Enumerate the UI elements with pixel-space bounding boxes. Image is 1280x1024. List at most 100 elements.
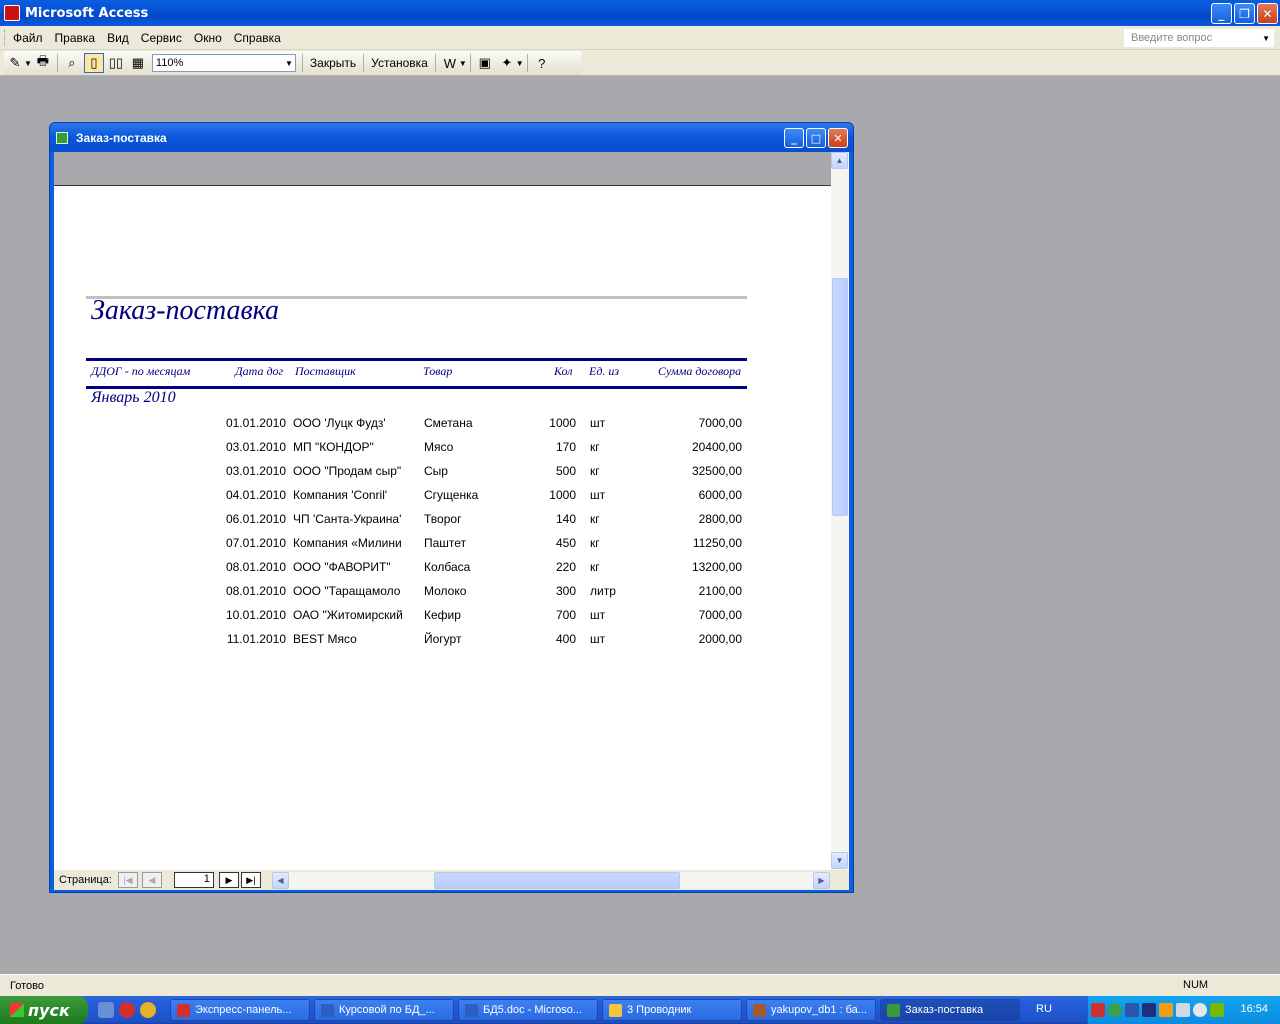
report-row: 06.01.2010 ЧП 'Санта-Украина' Творог 140 кг 2… <box>54 512 831 536</box>
scroll-left-icon[interactable]: ◀ <box>272 872 289 889</box>
row-item: Молоко <box>424 584 467 598</box>
show-desktop-icon[interactable] <box>98 1002 114 1018</box>
opera-icon[interactable] <box>119 1002 135 1018</box>
access-app-icon[interactable] <box>4 5 20 21</box>
player-icon[interactable] <box>1159 1003 1173 1017</box>
page-number-input[interactable]: 1 <box>173 872 214 888</box>
chevron-down-icon[interactable]: ▼ <box>459 59 467 68</box>
row-date: 10.01.2010 <box>225 608 286 622</box>
settings-icon[interactable] <box>1193 1003 1207 1017</box>
report-row: 08.01.2010 ООО "ФАВОРИТ" Колбаса 220 кг 13200… <box>54 560 831 584</box>
chrome-icon[interactable] <box>140 1002 156 1018</box>
chevron-down-icon[interactable]: ▼ <box>285 59 293 68</box>
menu-edit[interactable]: Правка <box>49 31 102 45</box>
child-minimize-button[interactable]: _ <box>784 128 804 148</box>
column-header-item: Товар <box>423 364 453 378</box>
num-lock-indicator: NUM <box>1183 979 1209 991</box>
row-unit: шт <box>590 416 606 430</box>
help-placeholder: Введите вопрос <box>1131 32 1213 44</box>
first-page-button[interactable]: |◀ <box>117 872 138 888</box>
row-date: 04.01.2010 <box>225 488 286 502</box>
horizontal-scroll-thumb[interactable] <box>434 872 680 889</box>
next-page-button[interactable]: ▶ <box>218 872 239 888</box>
one-page-icon[interactable]: ▯ <box>83 53 104 73</box>
taskbar-task-button[interactable]: yakupov_db1 : ба... <box>746 999 876 1021</box>
row-date: 03.01.2010 <box>225 440 286 454</box>
design-view-icon[interactable]: ✎ <box>5 53 25 73</box>
menu-view[interactable]: Вид <box>101 31 135 45</box>
horizontal-scrollbar[interactable]: ◀ ▶ <box>272 872 830 889</box>
menu-window[interactable]: Окно <box>188 31 228 45</box>
taskbar-task-button[interactable]: БД5.doc - Microso... <box>458 999 598 1021</box>
menu-help[interactable]: Справка <box>228 31 287 45</box>
language-indicator[interactable]: RU <box>1036 1003 1052 1015</box>
network-icon[interactable] <box>1125 1003 1139 1017</box>
start-button[interactable]: пуск <box>0 996 88 1024</box>
task-label: Заказ-поставка <box>905 1004 984 1016</box>
help-icon[interactable]: ? <box>532 53 552 73</box>
close-button[interactable]: ✕ <box>1257 3 1278 24</box>
report-window-titlebar[interactable]: Заказ-поставка _ □ ✕ <box>50 123 853 152</box>
row-qty: 700 <box>555 608 576 622</box>
row-unit: кг <box>590 560 600 574</box>
keyboard-layout-icon[interactable] <box>1142 1003 1156 1017</box>
taskbar-task-button[interactable]: Экспресс-панель... <box>170 999 310 1021</box>
scroll-up-icon[interactable]: ▲ <box>831 152 848 169</box>
office-links-icon[interactable]: W <box>440 53 460 73</box>
report-title: Заказ-поставка <box>91 295 280 326</box>
restore-button[interactable]: ❐ <box>1234 3 1255 24</box>
report-row: 10.01.2010 ОАО "Житомирский Кефир 700 шт 7000… <box>54 608 831 632</box>
nvidia-icon[interactable] <box>1210 1003 1224 1017</box>
row-unit: литр <box>590 584 616 598</box>
taskbar-task-button[interactable]: Курсовой по БД_... <box>314 999 454 1021</box>
scroll-right-icon[interactable]: ▶ <box>813 872 830 889</box>
report-preview-area: Заказ-поставка ДДОГ - по месяцам Дата до… <box>54 152 849 890</box>
row-date: 07.01.2010 <box>225 536 286 550</box>
volume-icon[interactable] <box>1176 1003 1190 1017</box>
zoom-select[interactable]: 110% ▼ <box>151 54 296 72</box>
zoom-icon[interactable]: ⌕ <box>62 53 82 73</box>
close-preview-button[interactable]: Закрыть <box>306 56 360 70</box>
group-header-month: Январь 2010 <box>91 389 176 406</box>
multiple-pages-icon[interactable]: ▦ <box>128 53 148 73</box>
row-unit: кг <box>590 464 600 478</box>
report-page[interactable]: Заказ-поставка ДДОГ - по месяцам Дата до… <box>54 187 831 870</box>
chevron-down-icon[interactable]: ▼ <box>1262 34 1270 43</box>
child-close-button[interactable]: ✕ <box>828 128 848 148</box>
row-sum: 6000,00 <box>698 488 742 502</box>
database-window-icon[interactable]: ▣ <box>475 53 495 73</box>
antivirus-icon[interactable] <box>1091 1003 1105 1017</box>
taskbar-task-button[interactable]: 3 Проводник <box>602 999 742 1021</box>
taskbar-task-button[interactable]: Заказ-поставка <box>880 999 1020 1021</box>
task-label: yakupov_db1 : ба... <box>771 1004 867 1016</box>
row-supplier: ООО "Таращамоло <box>293 584 401 598</box>
vertical-scroll-thumb[interactable] <box>832 278 848 516</box>
chevron-down-icon[interactable]: ▼ <box>24 59 32 68</box>
vertical-scrollbar[interactable]: ▲ ▼ <box>831 152 849 870</box>
two-pages-icon[interactable]: ▯▯ <box>106 53 126 73</box>
page-margin-band <box>54 152 831 186</box>
row-qty: 1000 <box>549 416 576 430</box>
page-setup-button[interactable]: Установка <box>367 56 432 70</box>
help-question-input[interactable]: Введите вопрос ▼ <box>1124 29 1274 47</box>
new-object-icon[interactable]: ✦ <box>497 53 517 73</box>
print-icon[interactable]: 🖶 <box>33 53 53 73</box>
row-date: 08.01.2010 <box>225 584 286 598</box>
scroll-down-icon[interactable]: ▼ <box>831 852 848 869</box>
report-row: 08.01.2010 ООО "Таращамоло Молоко 300 литр 21… <box>54 584 831 608</box>
row-unit: шт <box>590 632 606 646</box>
windows-logo-icon <box>10 1003 24 1017</box>
minimize-button[interactable]: _ <box>1211 3 1232 24</box>
chevron-down-icon[interactable]: ▼ <box>516 59 524 68</box>
last-page-button[interactable]: ▶| <box>240 872 261 888</box>
menu-tools[interactable]: Сервис <box>135 31 188 45</box>
child-maximize-button[interactable]: □ <box>806 128 826 148</box>
status-text: Готово <box>10 979 44 992</box>
torrent-icon[interactable] <box>1108 1003 1122 1017</box>
row-sum: 2100,00 <box>698 584 742 598</box>
previous-page-button[interactable]: ◀ <box>141 872 162 888</box>
menu-file[interactable]: Файл <box>7 31 49 45</box>
row-item: Мясо <box>424 440 454 454</box>
task-app-icon <box>465 1003 478 1017</box>
header-bottom-rule <box>86 386 747 389</box>
